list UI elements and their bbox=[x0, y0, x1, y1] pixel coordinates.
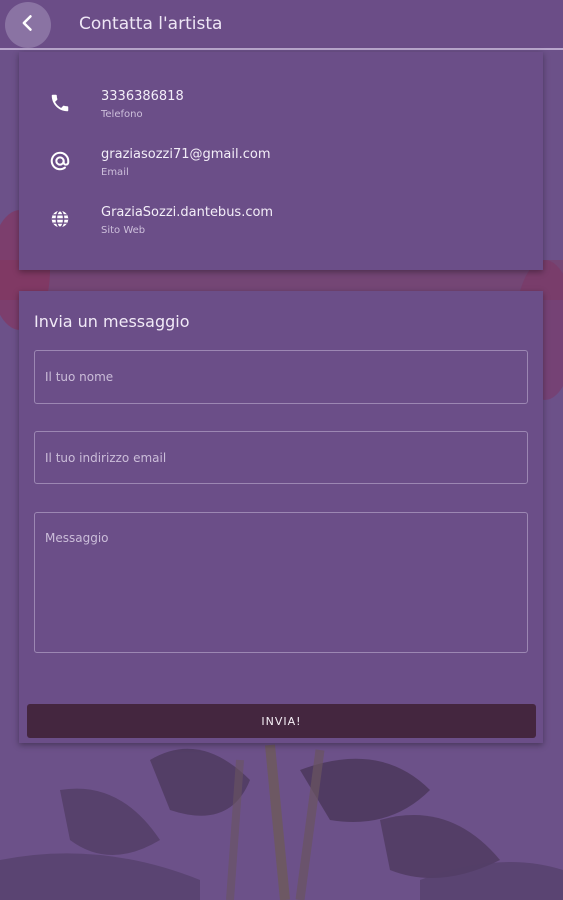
at-sign-icon bbox=[49, 150, 73, 174]
phone-icon bbox=[49, 92, 73, 116]
email-field[interactable] bbox=[34, 431, 528, 484]
contact-row-website[interactable]: GraziaSozzi.dantebus.com Sito Web bbox=[19, 205, 543, 258]
email-label: Email bbox=[101, 167, 129, 178]
contact-row-email[interactable]: graziasozzi71@gmail.com Email bbox=[19, 147, 543, 200]
send-button[interactable]: INVIA! bbox=[27, 704, 536, 738]
back-button[interactable] bbox=[5, 2, 51, 48]
message-field[interactable] bbox=[34, 512, 528, 653]
message-form-card: Invia un messaggio INVIA! bbox=[19, 291, 543, 743]
website-label: Sito Web bbox=[101, 225, 146, 236]
name-field[interactable] bbox=[34, 350, 528, 404]
page-title: Contatta l'artista bbox=[79, 14, 223, 34]
form-title: Invia un messaggio bbox=[34, 312, 190, 331]
app-bar: Contatta l'artista bbox=[0, 0, 563, 50]
phone-label: Telefono bbox=[101, 109, 143, 120]
phone-value: 3336386818 bbox=[101, 89, 184, 104]
contact-info-card: 3336386818 Telefono graziasozzi71@gmail.… bbox=[19, 52, 543, 270]
contact-row-phone[interactable]: 3336386818 Telefono bbox=[19, 89, 543, 142]
email-value: graziasozzi71@gmail.com bbox=[101, 147, 271, 162]
globe-icon bbox=[49, 208, 73, 232]
website-value: GraziaSozzi.dantebus.com bbox=[101, 205, 274, 220]
chevron-left-icon bbox=[18, 13, 38, 37]
